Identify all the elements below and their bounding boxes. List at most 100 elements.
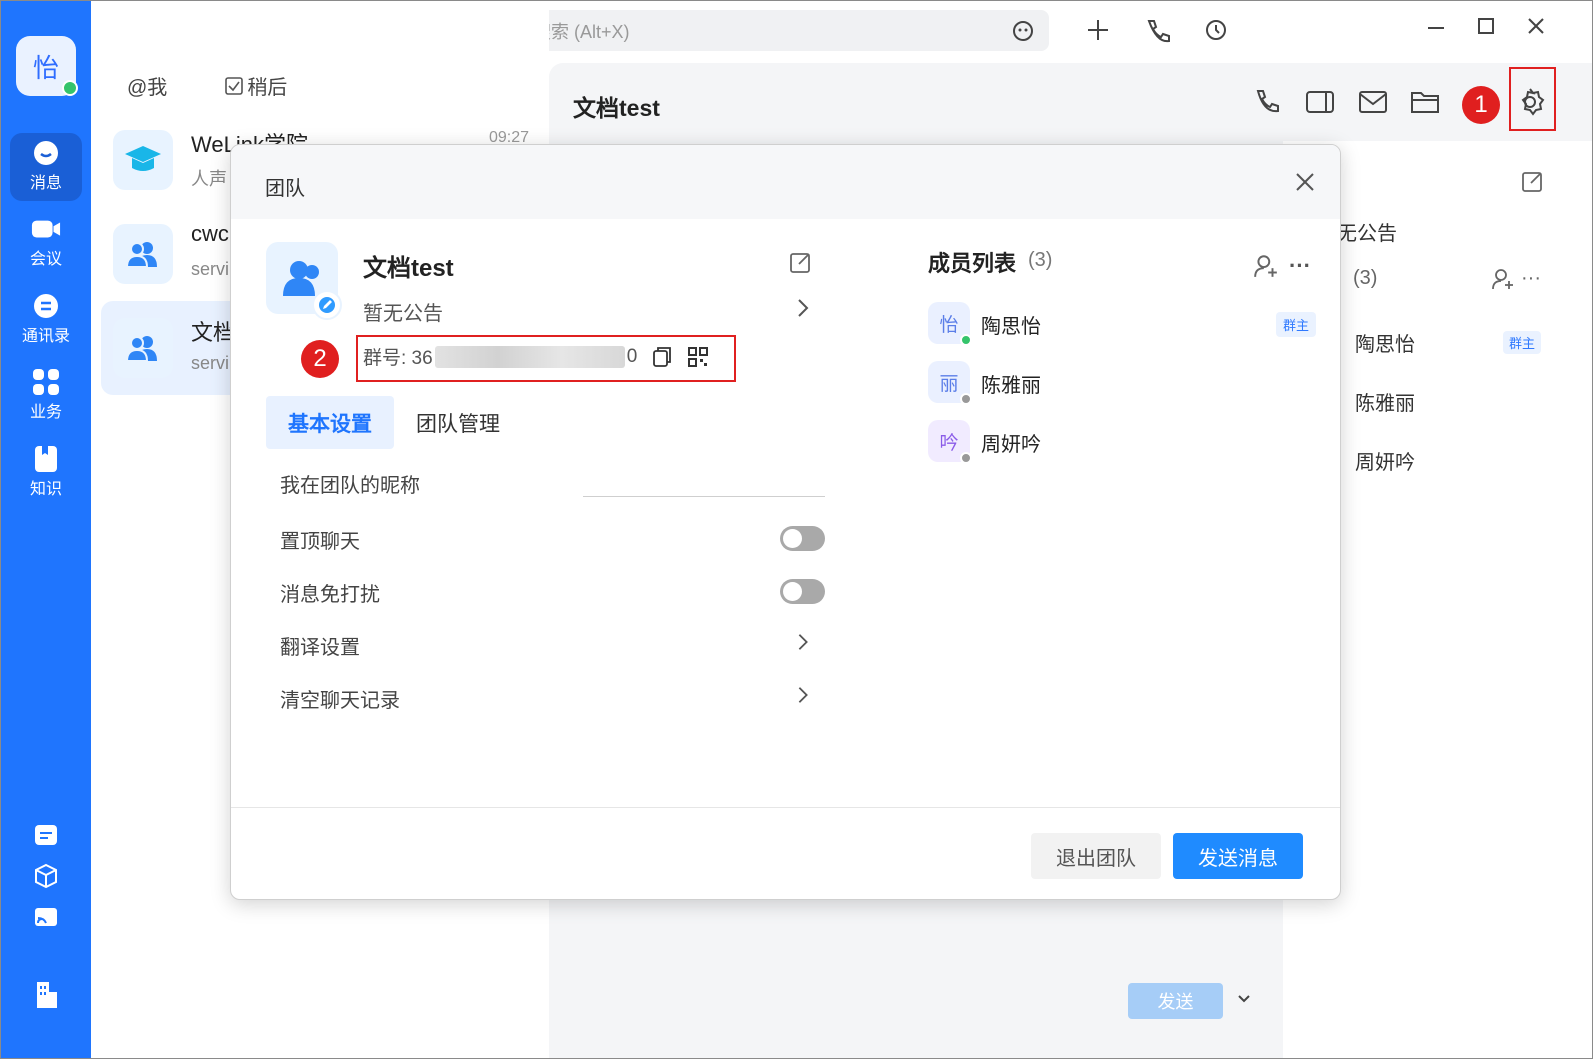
apps-grid-icon: [31, 369, 61, 395]
exit-team-button[interactable]: 退出团队: [1031, 833, 1161, 879]
member-item[interactable]: 吟 周妍吟: [928, 420, 1328, 464]
group-avatar[interactable]: [266, 242, 342, 320]
phone-icon[interactable]: [1252, 87, 1282, 117]
group-id-highlight-box: [356, 335, 736, 382]
pin-chat-toggle[interactable]: [780, 526, 825, 551]
chat-name: 文档: [191, 320, 236, 345]
setting-clear-history-label[interactable]: 清空聊天记录: [280, 684, 400, 713]
plus-icon[interactable]: [1085, 17, 1111, 43]
online-status-dot: [960, 334, 972, 346]
rail-item-contacts[interactable]: 通讯录: [10, 286, 82, 354]
cube-icon[interactable]: [31, 863, 61, 889]
chat-preview: servi: [191, 353, 230, 373]
member-name: 陈雅丽: [981, 375, 1041, 397]
folder-icon[interactable]: [1410, 87, 1440, 117]
app-window: 搜索 (Alt+X) 怡 消息 会议 通讯录 业务 知识 @我 稍后 人声 09…: [0, 0, 1593, 1059]
mail-icon[interactable]: [1358, 87, 1388, 117]
add-member-icon[interactable]: [1491, 267, 1515, 291]
history-icon[interactable]: [1203, 17, 1229, 43]
rail-label-meetings: 会议: [29, 251, 62, 268]
rail-label-contacts: 通讯录: [21, 328, 70, 345]
filter-later[interactable]: 稍后: [225, 71, 287, 100]
member-item[interactable]: 怡 陶思怡 群主: [928, 302, 1328, 346]
chat-preview: 人声: [191, 169, 227, 189]
member-name: 陶思怡: [981, 316, 1041, 338]
chat-filters: @我 稍后: [127, 71, 287, 100]
edit-icon[interactable]: [1521, 169, 1545, 193]
edit-name-icon[interactable]: [789, 250, 813, 274]
checkbox-icon: [225, 76, 244, 95]
minimize-icon[interactable]: [1423, 13, 1449, 39]
close-icon[interactable]: [1292, 169, 1318, 195]
contacts-icon: [31, 294, 61, 318]
rail-label-knowledge: 知识: [29, 481, 62, 498]
rail-label-business: 业务: [29, 404, 62, 421]
more-icon[interactable]: ···: [1289, 253, 1311, 279]
setting-translate-label[interactable]: 翻译设置: [280, 631, 360, 660]
rail-label-messages: 消息: [29, 175, 62, 192]
chevron-right-icon[interactable]: [793, 297, 813, 319]
setting-pin-chat-label: 置顶聊天: [280, 531, 360, 553]
member-list-count: (3): [1028, 249, 1053, 271]
filter-mention[interactable]: @我: [127, 71, 167, 100]
search-box[interactable]: 搜索 (Alt+X): [487, 10, 1049, 51]
message-icon: [31, 141, 61, 165]
graduation-cap-icon: [113, 130, 173, 190]
rail-item-messages[interactable]: 消息: [10, 133, 82, 201]
chevron-right-icon[interactable]: [793, 632, 813, 652]
chat-preview: servi: [191, 259, 230, 279]
more-icon[interactable]: ···: [1521, 267, 1541, 290]
annotation-badge-2: 2: [301, 340, 339, 378]
mute-toggle[interactable]: [780, 579, 825, 604]
left-rail: 怡 消息 会议 通讯录 业务 知识: [1, 1, 91, 1058]
online-status-dot: [62, 80, 78, 96]
book-icon: [31, 446, 61, 472]
tab-basic-settings[interactable]: 基本设置: [266, 396, 394, 449]
setting-nickname-label: 我在团队的昵称: [280, 475, 420, 497]
chevron-down-icon[interactable]: [1236, 991, 1252, 1007]
panel-member-name: 周妍吟: [1355, 452, 1415, 474]
owner-tag: 群主: [1503, 331, 1542, 354]
close-window-icon[interactable]: [1523, 13, 1549, 39]
send-message-button[interactable]: 发送消息: [1173, 833, 1303, 879]
member-name: 周妍吟: [981, 434, 1041, 456]
assistant-icon[interactable]: [1011, 19, 1035, 43]
add-member-icon[interactable]: [1253, 253, 1279, 279]
edit-avatar-icon[interactable]: [312, 290, 342, 320]
group-name: 文档test: [363, 255, 454, 282]
member-item[interactable]: 丽 陈雅丽: [928, 361, 1328, 405]
maximize-icon[interactable]: [1473, 13, 1499, 39]
offline-status-dot: [960, 393, 972, 405]
dialog-footer-divider: [231, 807, 1340, 808]
rail-item-knowledge[interactable]: 知识: [10, 439, 82, 507]
group-icon: [113, 224, 173, 284]
panel-notice: 无公告: [1337, 223, 1397, 245]
calendar-icon[interactable]: [31, 821, 61, 847]
panel-member-name: 陶思怡: [1355, 334, 1415, 356]
settings-tabs: 基本设置 团队管理: [266, 396, 522, 449]
member-list-title: 成员列表: [928, 251, 1017, 276]
call-log-icon[interactable]: [1144, 17, 1170, 43]
building-icon[interactable]: [31, 979, 61, 1011]
group-icon: [113, 318, 173, 378]
owner-tag: 群主: [1275, 312, 1316, 337]
settings-gear-icon[interactable]: [1515, 87, 1545, 117]
panel-members-count: (3): [1353, 267, 1378, 289]
chat-name: cwc: [191, 221, 229, 246]
user-avatar[interactable]: 怡: [16, 36, 78, 96]
panel-member-name: 陈雅丽: [1355, 393, 1415, 415]
setting-mute-label: 消息免打扰: [280, 584, 380, 606]
rail-item-meetings[interactable]: 会议: [10, 209, 82, 277]
annotation-badge-1: 1: [1462, 86, 1500, 124]
chevron-right-icon[interactable]: [793, 685, 813, 705]
dialog-title: 团队: [265, 178, 305, 200]
rail-item-business[interactable]: 业务: [10, 362, 82, 430]
nickname-input[interactable]: [583, 496, 825, 497]
tab-team-management[interactable]: 团队管理: [394, 396, 522, 449]
send-button[interactable]: 发送: [1128, 983, 1223, 1019]
video-call-icon[interactable]: [1305, 87, 1335, 117]
offline-status-dot: [960, 452, 972, 464]
cast-icon[interactable]: [31, 904, 61, 930]
group-notice[interactable]: 暂无公告: [363, 297, 443, 326]
user-avatar-char: 怡: [32, 52, 59, 83]
